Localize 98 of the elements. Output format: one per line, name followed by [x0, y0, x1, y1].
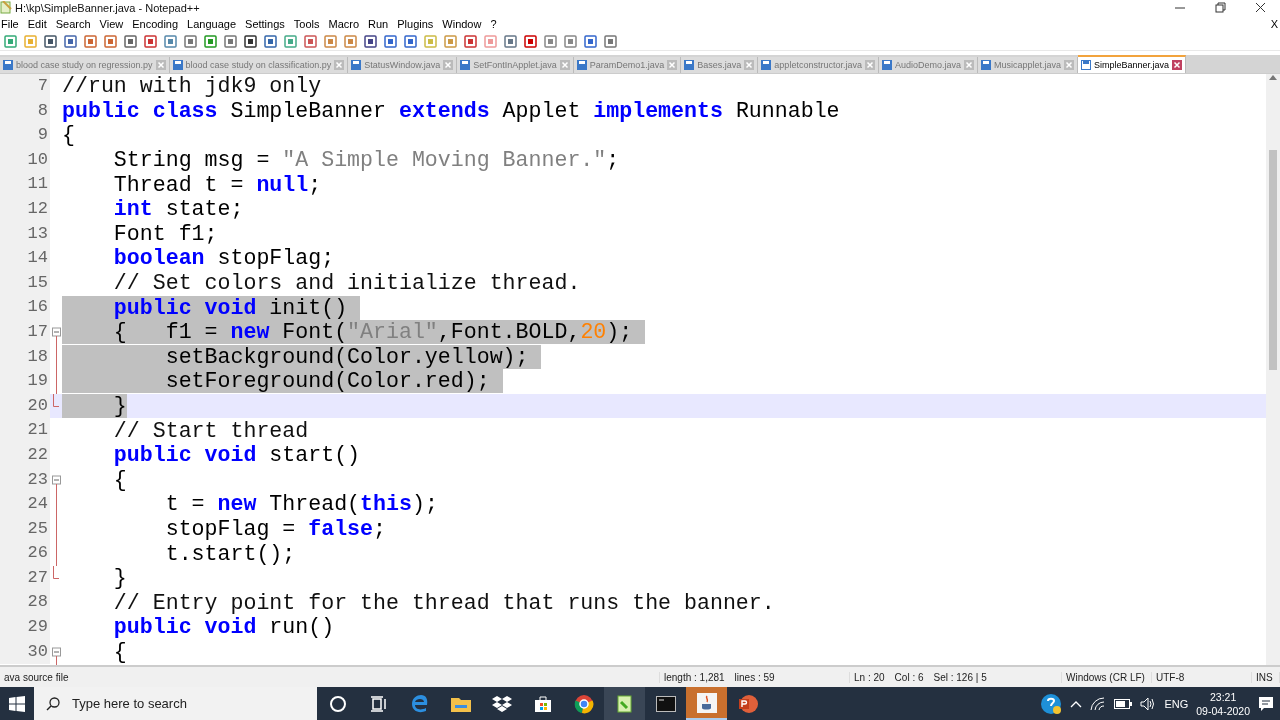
code-line: boolean stopFlag; [112, 246, 335, 271]
code-line: { [112, 467, 127, 492]
speaker-icon[interactable] [1140, 696, 1157, 711]
close-icon[interactable] [1172, 60, 1183, 70]
notification-icon[interactable] [1258, 695, 1274, 712]
file-tab[interactable]: blood case study on classification.py [169, 57, 349, 73]
line-number: 23 [0, 467, 50, 493]
line-number: 28 [0, 590, 50, 616]
line-number: 17 [0, 319, 50, 345]
file-tab[interactable]: blood case study on regression.py [0, 57, 170, 73]
encoding-text: UTF-8 [1152, 671, 1252, 683]
line-number: 10 [0, 147, 50, 173]
line-number: 25 [0, 516, 50, 542]
code-line: int state; [112, 197, 244, 222]
battery-icon[interactable] [1114, 698, 1133, 709]
code-line: // Entry point for the thread that runs the banner. [112, 590, 775, 615]
file-tab[interactable]: appletconstructor.java [758, 57, 879, 73]
menu-item[interactable]: Window [442, 17, 487, 30]
line-number: 7 [0, 74, 50, 99]
code-line: { [112, 639, 127, 664]
line-number: 13 [0, 221, 50, 247]
clock[interactable]: 23:21 09-04-2020 [1196, 689, 1250, 718]
menu-item[interactable]: Search [55, 17, 96, 30]
wifi-icon[interactable] [1090, 696, 1107, 711]
line-number: 15 [0, 270, 50, 296]
menu-item[interactable]: File [1, 17, 24, 30]
fold-end-icon [53, 393, 59, 408]
window-title: H:\kp\SimpleBanner.java - Notepad++ [15, 1, 200, 14]
scroll-up-arrow-icon[interactable] [1269, 74, 1277, 80]
code-line: // Start thread [112, 418, 309, 443]
line-number: 11 [0, 172, 50, 197]
line-number: 27 [0, 565, 50, 591]
menu-item[interactable]: Encoding [132, 17, 184, 30]
menu-item[interactable]: Settings [245, 17, 290, 30]
code-line: public void start() [112, 443, 361, 468]
code-line: { [62, 123, 75, 148]
menu-item[interactable]: Plugins [397, 17, 439, 30]
code-line: t = new Thread(this); [164, 492, 438, 517]
line-position-text: Ln : 20 [854, 671, 885, 683]
search-icon [46, 696, 60, 711]
vertical-scrollbar[interactable] [1266, 74, 1280, 665]
line-number: 22 [0, 442, 50, 468]
line-number: 26 [0, 541, 50, 566]
code-line: Font f1; [112, 221, 218, 246]
line-number: 21 [0, 418, 50, 443]
java-cup-icon[interactable] [686, 687, 727, 720]
line-number: 9 [0, 123, 50, 148]
line-number: 24 [0, 492, 50, 517]
file-tab[interactable]: SimpleBanner.java [1078, 55, 1187, 73]
fold-end-icon [53, 565, 59, 580]
file-tab[interactable]: StatusWindow.java [348, 57, 458, 73]
windows-logo-icon [9, 695, 25, 712]
scrollbar-thumb[interactable] [1269, 150, 1277, 370]
file-tab[interactable]: ParamDemo1.java [573, 57, 682, 73]
notepad-icon [0, 1, 12, 14]
menu-item[interactable]: Tools [293, 17, 325, 30]
menu-item[interactable]: View [99, 17, 129, 30]
code-line: //run with jdk9 only [62, 74, 322, 99]
code-line: t.start(); [164, 541, 296, 566]
file-tab[interactable]: AudioDemo.java [878, 57, 978, 73]
code-line: Thread t = null; [112, 172, 322, 197]
selection-text: Sel : 126 | 5 [933, 671, 987, 683]
line-number: 12 [0, 196, 50, 222]
code-line: public void run() [112, 615, 335, 640]
line-count-text: lines : 59 [734, 671, 775, 683]
file-type-text: ava source file [0, 671, 660, 683]
search-bar[interactable]: Type here to search [34, 687, 317, 720]
line-number: 16 [0, 295, 50, 320]
notepad-icon[interactable] [604, 687, 645, 720]
code-line: String msg = "A Simple Moving Banner."; [112, 148, 620, 173]
menu-item[interactable]: Macro [328, 17, 365, 30]
code-line: { f1 = new Font("Arial",Font.BOLD,20); [62, 320, 646, 345]
line-number: 29 [0, 615, 50, 640]
column-text: Col : 6 [894, 671, 924, 683]
insert-mode-text: INS [1252, 671, 1280, 683]
line-number: 30 [0, 639, 50, 665]
close-document-button[interactable]: X [1270, 17, 1278, 30]
code-line: } [112, 566, 127, 591]
file-tab[interactable]: Musicapplet.java [977, 57, 1078, 73]
code-line: public void init() [62, 295, 361, 320]
language-indicator[interactable]: ENG [1164, 697, 1189, 710]
line-number: 19 [0, 369, 50, 394]
chevron-up-icon[interactable] [1070, 699, 1083, 708]
search-field[interactable]: Type here to search [70, 695, 294, 712]
line-number: 14 [0, 246, 50, 271]
eol-text: Windows (CR LF) [1062, 671, 1152, 683]
help-icon[interactable] [1040, 692, 1063, 715]
code-line: public class SimpleBanner extends Applet implements Runnable [62, 98, 840, 123]
menu-item[interactable]: Run [368, 17, 394, 30]
code-line: // Set colors and initialize thread. [112, 271, 581, 296]
menu-item[interactable]: Edit [27, 17, 52, 30]
length-text: length : 1,281 [664, 671, 725, 683]
menu-item[interactable]: Language [187, 17, 242, 30]
line-number: 18 [0, 344, 50, 370]
code-line: stopFlag = false; [164, 517, 386, 541]
line-number: 8 [0, 98, 50, 124]
menu-item[interactable]: ? [490, 17, 502, 30]
line-number: 20 [0, 393, 50, 419]
